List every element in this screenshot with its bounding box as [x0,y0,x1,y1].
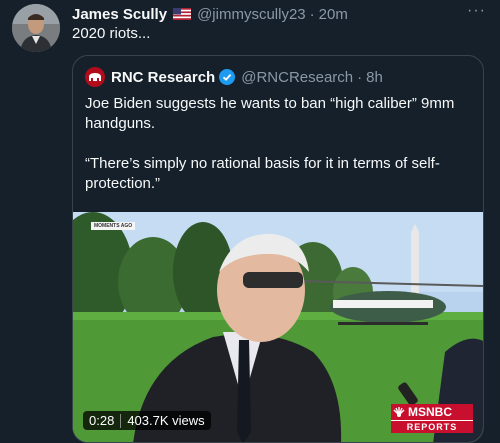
moments-ago-badge: MOMENTS AGO [91,222,136,230]
separator-dot: · [357,68,363,86]
avatar-image [12,4,60,52]
video-views: 403.7K views [127,413,205,428]
video-duration: 0:28 [89,413,115,428]
quoted-paragraph: Joe Biden suggests he wants to ban “high… [85,95,455,132]
avatar[interactable] [12,4,60,52]
quoted-paragraph: “There’s simply no rational basis for it… [85,155,440,192]
tweet-header: James Scully @jimmyscully23 · 20m [72,4,488,24]
quoted-author-handle[interactable]: @RNCResearch [241,69,353,86]
divider [120,413,122,428]
video-player[interactable]: MOMENTS AGO 0:28 403.7K views MSNBC REPO… [73,212,483,442]
tweet[interactable]: James Scully @jimmyscully23 · 20m ··· 20… [0,0,500,443]
quoted-header: RNC Research @RNCResearch · 8h [85,67,383,87]
quoted-time[interactable]: 8h [366,69,383,86]
quoted-text: Joe Biden suggests he wants to ban “high… [85,94,475,194]
tweet-time[interactable]: 20m [319,6,348,23]
more-options-icon[interactable]: ··· [467,2,486,20]
video-duration-views: 0:28 403.7K views [83,411,211,430]
quoted-author-name[interactable]: RNC Research [111,69,215,86]
separator-dot: · [309,5,315,23]
author-handle[interactable]: @jimmyscully23 [197,6,306,23]
peacock-icon [393,407,405,417]
verified-badge-icon [219,69,236,85]
msnbc-logo-top: MSNBC [391,404,473,420]
reports-text: REPORTS [391,420,473,433]
msnbc-reports-logo: MSNBC REPORTS [391,404,473,433]
author-name[interactable]: James Scully [72,6,167,23]
tweet-text: 2020 riots... [72,25,151,42]
us-flag-icon [173,8,192,20]
quoted-tweet[interactable]: RNC Research @RNCResearch · 8h Joe Biden… [72,55,484,443]
msnbc-text: MSNBC [408,405,452,419]
rnc-elephant-icon[interactable] [85,67,105,87]
